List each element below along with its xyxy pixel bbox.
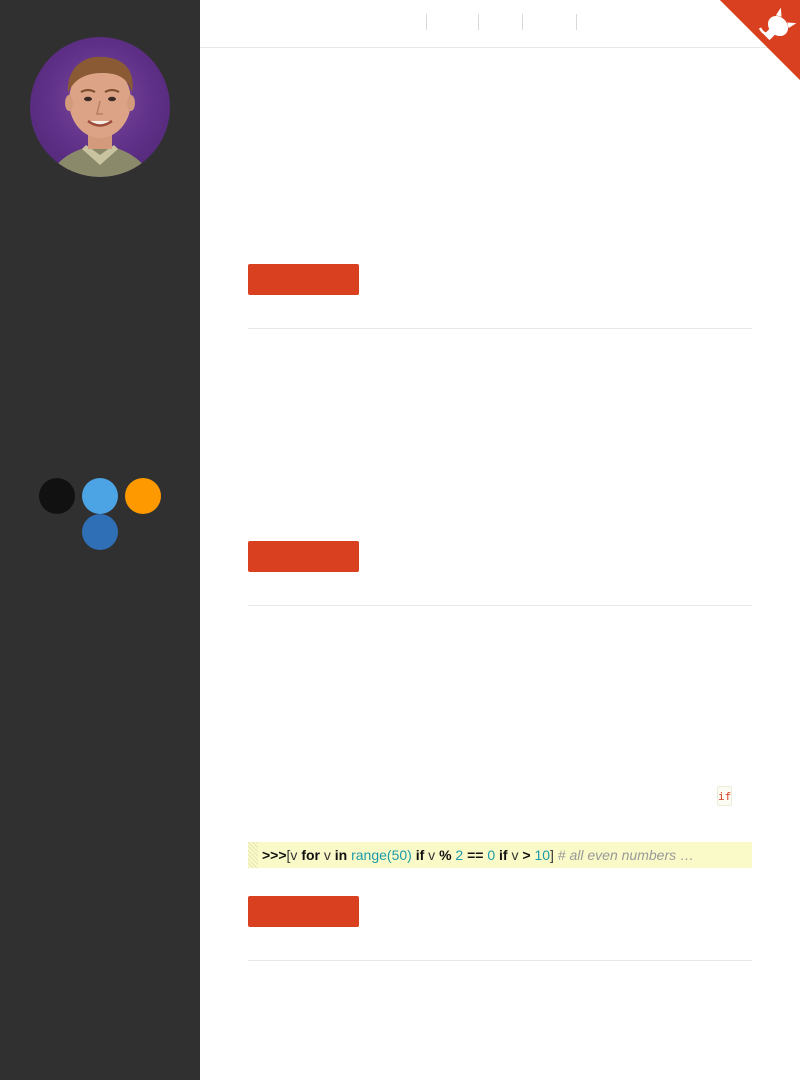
avatar-portrait — [48, 56, 152, 177]
sidebar — [0, 0, 200, 1080]
code-number: 0 — [483, 847, 500, 863]
github-corner-icon — [720, 0, 800, 80]
top-navigation — [200, 0, 800, 48]
twitter-icon[interactable] — [82, 478, 118, 514]
code-keyword-for: for — [301, 847, 320, 863]
post-divider-1 — [248, 328, 752, 329]
read-more-button-1[interactable] — [248, 264, 359, 295]
avatar[interactable] — [30, 37, 170, 177]
github-icon[interactable] — [39, 478, 75, 514]
code-token: v — [424, 847, 440, 863]
read-more-button-3[interactable] — [248, 896, 359, 927]
code-prompt: >>> — [262, 847, 287, 863]
code-builtin-range: range( — [347, 847, 392, 863]
code-number: 10 — [530, 847, 551, 863]
code-keyword-if: if — [415, 847, 425, 863]
code-operator: == — [467, 847, 484, 863]
rss-icon[interactable] — [125, 478, 161, 514]
code-token: ) — [407, 847, 416, 863]
nav-link-3[interactable] — [522, 14, 527, 30]
code-number: 2 — [451, 847, 468, 863]
nav-link-1[interactable] — [426, 14, 431, 30]
nav-link-2[interactable] — [478, 14, 483, 30]
github-corner[interactable] — [720, 0, 800, 80]
code-number: 50 — [391, 847, 408, 863]
code-token: [v — [286, 847, 302, 863]
inline-code-if: if — [717, 786, 732, 806]
code-comment: # all even numbers … — [553, 847, 694, 863]
post-divider-2 — [248, 605, 752, 606]
nav-link-4[interactable] — [576, 14, 581, 30]
read-more-button-2[interactable] — [248, 541, 359, 572]
post-divider-3 — [248, 960, 752, 961]
linkedin-icon[interactable] — [82, 514, 118, 550]
code-keyword-if: if — [499, 847, 508, 863]
code-token: v — [507, 847, 523, 863]
code-token: v — [319, 847, 335, 863]
code-block: >>>[v for v in range(50) if v % 2 == 0 i… — [248, 842, 752, 868]
code-keyword-in: in — [334, 847, 348, 863]
code-operator: > — [522, 847, 531, 863]
code-operator: % — [439, 847, 452, 863]
